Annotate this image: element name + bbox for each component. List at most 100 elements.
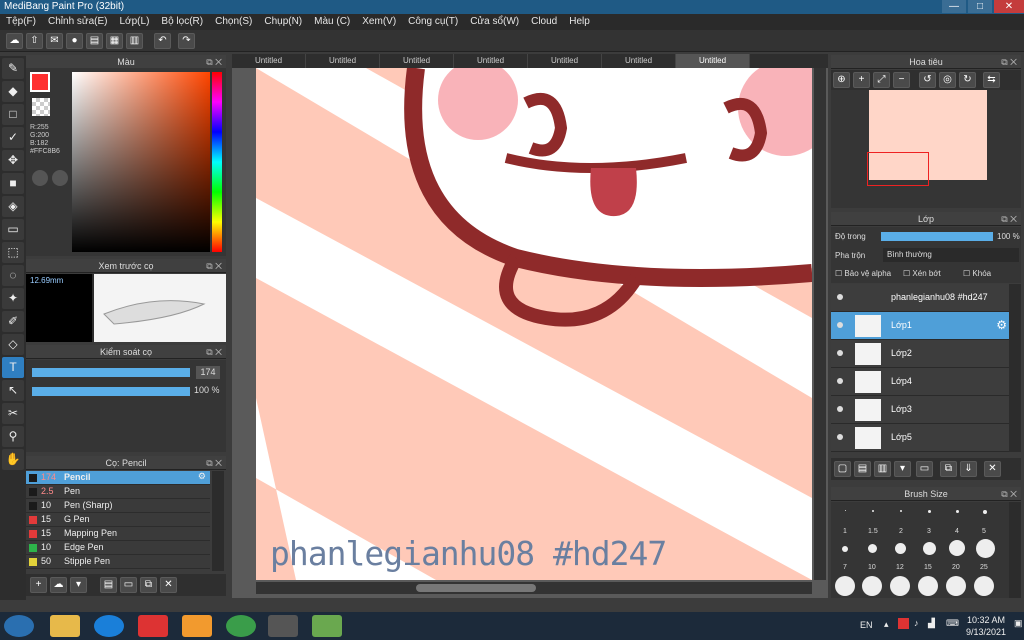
undock-icon[interactable]: ⧉ ✕ xyxy=(206,259,222,273)
keyboard-icon[interactable]: ⌨ xyxy=(946,618,959,629)
palette-icon[interactable] xyxy=(32,170,48,186)
undock-icon[interactable]: ⧉ ✕ xyxy=(206,345,222,359)
brush-size-value[interactable]: 174 xyxy=(196,366,220,379)
lasso-tool-icon[interactable]: ◌ xyxy=(2,265,24,286)
layer-opacity-slider[interactable] xyxy=(881,232,993,241)
size-dot[interactable] xyxy=(956,510,959,513)
rotate-right-icon[interactable]: ↻ xyxy=(959,72,976,88)
zalo-icon[interactable] xyxy=(94,615,124,637)
maximize-button[interactable]: □ xyxy=(968,0,992,13)
layer-item[interactable]: Lớp2 xyxy=(831,340,1009,368)
menu-filter[interactable]: Bộ lọc(R) xyxy=(155,14,209,30)
tab-untitled-5[interactable]: Untitled xyxy=(528,54,602,68)
size-dot[interactable] xyxy=(872,510,874,512)
folder-icon[interactable]: ▭ xyxy=(916,461,933,477)
delete-icon[interactable]: ✕ xyxy=(160,577,177,593)
horizontal-scrollbar[interactable] xyxy=(256,582,812,594)
visibility-icon[interactable] xyxy=(837,434,843,440)
tab-untitled-2[interactable]: Untitled xyxy=(306,54,380,68)
tab-untitled-7[interactable]: Untitled xyxy=(676,54,750,68)
brush-item-g-pen[interactable]: 15 G Pen xyxy=(26,513,210,527)
check-tool-icon[interactable]: ✓ xyxy=(2,127,24,148)
antivirus-icon[interactable] xyxy=(898,618,909,629)
operation-tool-icon[interactable]: ↖ xyxy=(2,380,24,401)
tab-untitled-6[interactable]: Untitled xyxy=(602,54,676,68)
duplicate-icon[interactable]: ⧉ xyxy=(140,577,157,593)
document-icon[interactable]: ▤ xyxy=(86,33,103,49)
magic-wand-icon[interactable]: ✦ xyxy=(2,288,24,309)
select-pen-icon[interactable]: ✐ xyxy=(2,311,24,332)
size-dot[interactable] xyxy=(949,540,965,556)
saturation-value-picker[interactable] xyxy=(72,72,210,252)
visibility-icon[interactable] xyxy=(837,294,843,300)
tab-untitled-3[interactable]: Untitled xyxy=(380,54,454,68)
notes-icon[interactable] xyxy=(182,615,212,637)
new-brush-icon[interactable]: ▾ xyxy=(70,577,87,593)
new-layer-icon[interactable]: ▢ xyxy=(834,461,851,477)
menu-snap[interactable]: Chụp(N) xyxy=(258,14,308,30)
scroll-thumb[interactable] xyxy=(416,584,536,592)
move-tool-icon[interactable]: ✥ xyxy=(2,150,24,171)
layer-item[interactable]: Lớp5 xyxy=(831,424,1009,452)
medibang-icon[interactable] xyxy=(268,615,298,637)
zoom-fit-icon[interactable]: ⊕ xyxy=(833,72,850,88)
bucket-tool-icon[interactable]: ◈ xyxy=(2,196,24,217)
notification-icon[interactable]: ▣ xyxy=(1014,618,1023,629)
color-wheel-icon[interactable] xyxy=(52,170,68,186)
size-dot[interactable] xyxy=(862,576,882,596)
cloud-icon[interactable]: ☁ xyxy=(6,33,23,49)
minimize-button[interactable]: — xyxy=(942,0,966,13)
new-halftone-layer-icon[interactable]: ▤ xyxy=(854,461,871,477)
visibility-icon[interactable] xyxy=(837,322,843,328)
hue-slider[interactable] xyxy=(212,72,222,252)
brush-item-pen-sharp[interactable]: 10 Pen (Sharp) xyxy=(26,499,210,513)
undock-icon[interactable]: ⧉ ✕ xyxy=(1001,55,1017,69)
undock-icon[interactable]: ⧉ ✕ xyxy=(206,55,222,69)
menu-tools[interactable]: Công cụ(T) xyxy=(402,14,464,30)
undo-icon[interactable]: ↶ xyxy=(154,33,171,49)
undock-icon[interactable]: ⧉ ✕ xyxy=(1001,487,1017,501)
duplicate-layer-icon[interactable]: ⧉ xyxy=(940,461,957,477)
app2-icon[interactable] xyxy=(312,615,342,637)
layer-menu-icon[interactable]: ▾ xyxy=(894,461,911,477)
brush-opacity-slider[interactable] xyxy=(32,387,190,396)
eyedropper-icon[interactable]: ⚲ xyxy=(2,426,24,447)
folder-icon[interactable]: ▭ xyxy=(120,577,137,593)
grid-icon[interactable]: ▦ xyxy=(106,33,123,49)
reset-view-icon[interactable]: ◎ xyxy=(939,72,956,88)
layout-icon[interactable]: ▥ xyxy=(126,33,143,49)
undock-icon[interactable]: ⧉ ✕ xyxy=(206,456,222,470)
menu-color[interactable]: Màu (C) xyxy=(308,14,356,30)
layer-item[interactable]: Lớp4 xyxy=(831,368,1009,396)
size-dot[interactable] xyxy=(976,539,995,558)
size-dot[interactable] xyxy=(983,510,987,514)
size-dot[interactable] xyxy=(946,576,966,596)
menu-select[interactable]: Chọn(S) xyxy=(209,14,258,30)
select-tool-icon[interactable]: ⬚ xyxy=(2,242,24,263)
brush-item-mapping-pen[interactable]: 15 Mapping Pen xyxy=(26,527,210,541)
redo-icon[interactable]: ↷ xyxy=(178,33,195,49)
layer-item[interactable]: phanlegianhu08 #hd247 xyxy=(831,284,1009,312)
delete-layer-icon[interactable]: ✕ xyxy=(984,461,1001,477)
layer-item-selected[interactable]: Lớp1 ⚙ xyxy=(831,312,1009,340)
size-dot[interactable] xyxy=(835,576,855,596)
protect-alpha-checkbox[interactable]: ☐ Bảo vệ alpha xyxy=(835,269,891,278)
menu-cloud[interactable]: Cloud xyxy=(525,14,563,30)
zoom-in-icon[interactable]: + xyxy=(853,72,870,88)
gradient-tool-icon[interactable]: ▭ xyxy=(2,219,24,240)
visibility-icon[interactable] xyxy=(837,378,843,384)
brush-size-scrollbar[interactable] xyxy=(1009,502,1021,598)
visibility-icon[interactable] xyxy=(837,406,843,412)
menu-layer[interactable]: Lớp(L) xyxy=(114,14,156,30)
size-dot[interactable] xyxy=(923,542,936,555)
upload-icon[interactable]: ⇧ xyxy=(26,33,43,49)
foreground-color-swatch[interactable] xyxy=(30,72,50,92)
brush-item-stipple-pen[interactable]: 50 Stipple Pen xyxy=(26,555,210,569)
clip-checkbox[interactable]: ☐ Xén bớt xyxy=(903,269,941,278)
wifi-icon[interactable]: ▟ xyxy=(928,618,935,629)
layers-scrollbar[interactable] xyxy=(1009,284,1021,452)
tab-untitled-4[interactable]: Untitled xyxy=(454,54,528,68)
add-brush-icon[interactable]: + xyxy=(30,577,47,593)
brush-settings-icon[interactable]: ▤ xyxy=(100,577,117,593)
vertical-scrollbar[interactable] xyxy=(814,68,826,580)
